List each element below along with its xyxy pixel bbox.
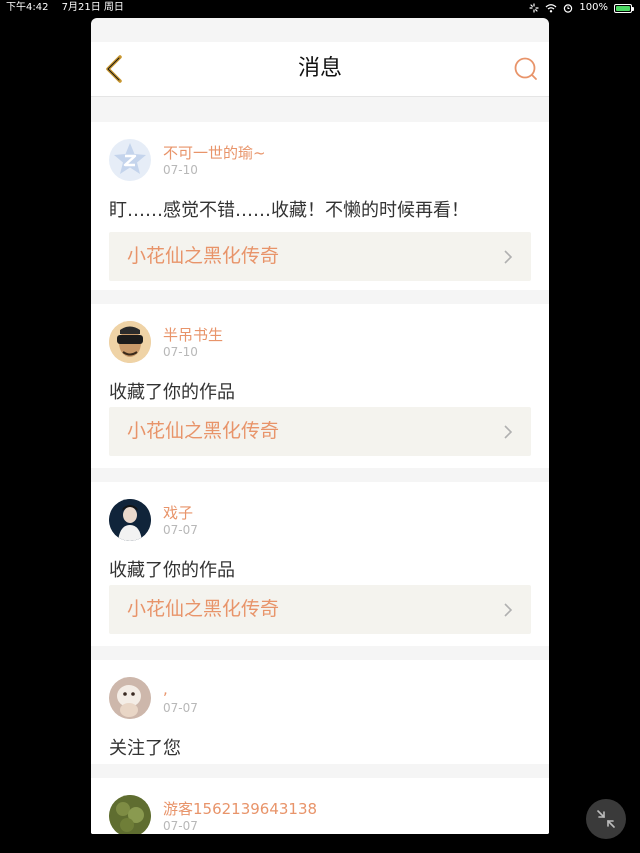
avatar-photo [109, 677, 151, 719]
avatar-photo [109, 795, 151, 834]
message-text: 收藏了你的作品 [109, 560, 235, 581]
status-time: 下午4:42 [6, 2, 49, 13]
message-date: 07-10 [163, 345, 198, 359]
message-card: 戏子 07-07 收藏了你的作品 小花仙之黑化传奇 [91, 482, 549, 646]
message-card: 不可一世的瑜~ 07-10 盯……感觉不错……收藏！不懒的时候再看！ 小花仙之黑… [91, 122, 549, 290]
work-title: 小花仙之黑化传奇 [127, 245, 280, 267]
avatar[interactable] [109, 499, 151, 541]
sender-name[interactable]: , [163, 680, 168, 698]
message-text: 关注了您 [109, 738, 181, 759]
message-date: 07-10 [163, 163, 198, 177]
alarm-icon [564, 4, 573, 13]
wifi-icon [545, 4, 557, 13]
battery-percent: 100% [579, 2, 608, 13]
work-title: 小花仙之黑化传奇 [127, 420, 280, 442]
message-card: 半吊书生 07-10 收藏了你的作品 小花仙之黑化传奇 [91, 304, 549, 468]
work-link[interactable]: 小花仙之黑化传奇 [109, 407, 531, 456]
avatar-photo [109, 321, 151, 363]
battery-icon [614, 3, 634, 13]
sender-name[interactable]: 不可一世的瑜~ [163, 142, 266, 163]
message-card: , 07-07 关注了您 [91, 660, 549, 764]
work-link[interactable]: 小花仙之黑化传奇 [109, 232, 531, 281]
search-icon[interactable] [513, 56, 539, 82]
loading-icon [529, 3, 540, 13]
chevron-right-icon [504, 250, 513, 264]
message-text: 盯……感觉不错……收藏！不懒的时候再看！ [109, 200, 469, 221]
avatar[interactable] [109, 139, 151, 181]
page-title: 消息 [297, 56, 342, 81]
work-title: 小花仙之黑化传奇 [127, 598, 280, 620]
message-card: 游客1562139643138 07-07 [91, 778, 549, 834]
collapse-button[interactable] [586, 799, 626, 839]
status-date: 7月21日 周日 [61, 2, 124, 13]
sender-name[interactable]: 游客1562139643138 [163, 798, 317, 819]
message-date: 07-07 [163, 523, 198, 537]
avatar[interactable] [109, 321, 151, 363]
message-date: 07-07 [163, 701, 198, 715]
avatar[interactable] [109, 795, 151, 834]
nav-bar: 消息 [91, 42, 549, 97]
avatar[interactable] [109, 677, 151, 719]
avatar-photo [109, 499, 151, 541]
message-date: 07-07 [163, 819, 198, 833]
collapse-arrows-icon [597, 810, 615, 828]
chevron-right-icon [504, 425, 513, 439]
message-text: 收藏了你的作品 [109, 382, 235, 403]
messages-sheet: 消息 不可一世的瑜~ 07-10 盯……感觉不错……收藏！不懒的时候再看！ 小花… [91, 18, 549, 834]
chevron-right-icon [504, 603, 513, 617]
status-bar: 下午4:42 7月21日 周日 100% [0, 0, 640, 16]
sender-name[interactable]: 戏子 [163, 502, 193, 523]
sender-name[interactable]: 半吊书生 [163, 324, 223, 345]
qzone-star-icon [114, 143, 146, 174]
work-link[interactable]: 小花仙之黑化传奇 [109, 585, 531, 634]
